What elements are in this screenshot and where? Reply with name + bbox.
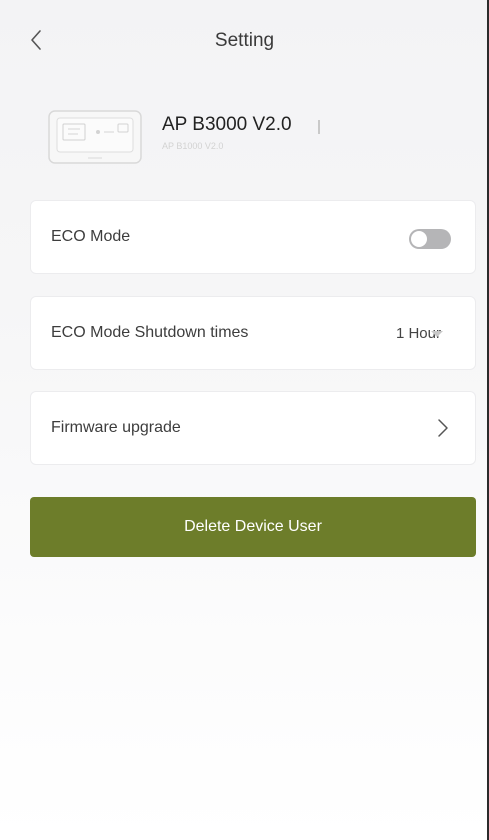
device-name: AP B3000 V2.0	[162, 114, 292, 135]
firmware-upgrade-label: Firmware upgrade	[51, 419, 181, 436]
firmware-upgrade-row[interactable]: Firmware upgrade	[30, 391, 476, 465]
power-station-icon	[48, 110, 142, 164]
text-cursor	[318, 120, 320, 134]
page-title: Setting	[214, 30, 275, 51]
eco-mode-row: ECO Mode	[30, 200, 476, 274]
eco-shutdown-label: ECO Mode Shutdown times	[51, 324, 249, 341]
header: Setting	[0, 0, 489, 84]
device-model: AP B1000 V2.0	[162, 141, 224, 151]
chevron-right-icon	[438, 419, 448, 437]
eco-mode-toggle[interactable]	[409, 229, 451, 249]
eco-shutdown-row[interactable]: ECO Mode Shutdown times 1 Hour	[30, 296, 476, 370]
delete-device-user-button[interactable]: Delete Device User	[30, 497, 476, 557]
settings-screen: Setting AP B3000 V2.0 AP B1000 V2.0 ECO …	[0, 0, 489, 840]
device-summary: AP B3000 V2.0 AP B1000 V2.0	[48, 106, 448, 168]
toggle-knob	[411, 231, 427, 247]
eco-mode-label: ECO Mode	[51, 228, 131, 245]
dropdown-arrow-icon	[431, 331, 443, 337]
